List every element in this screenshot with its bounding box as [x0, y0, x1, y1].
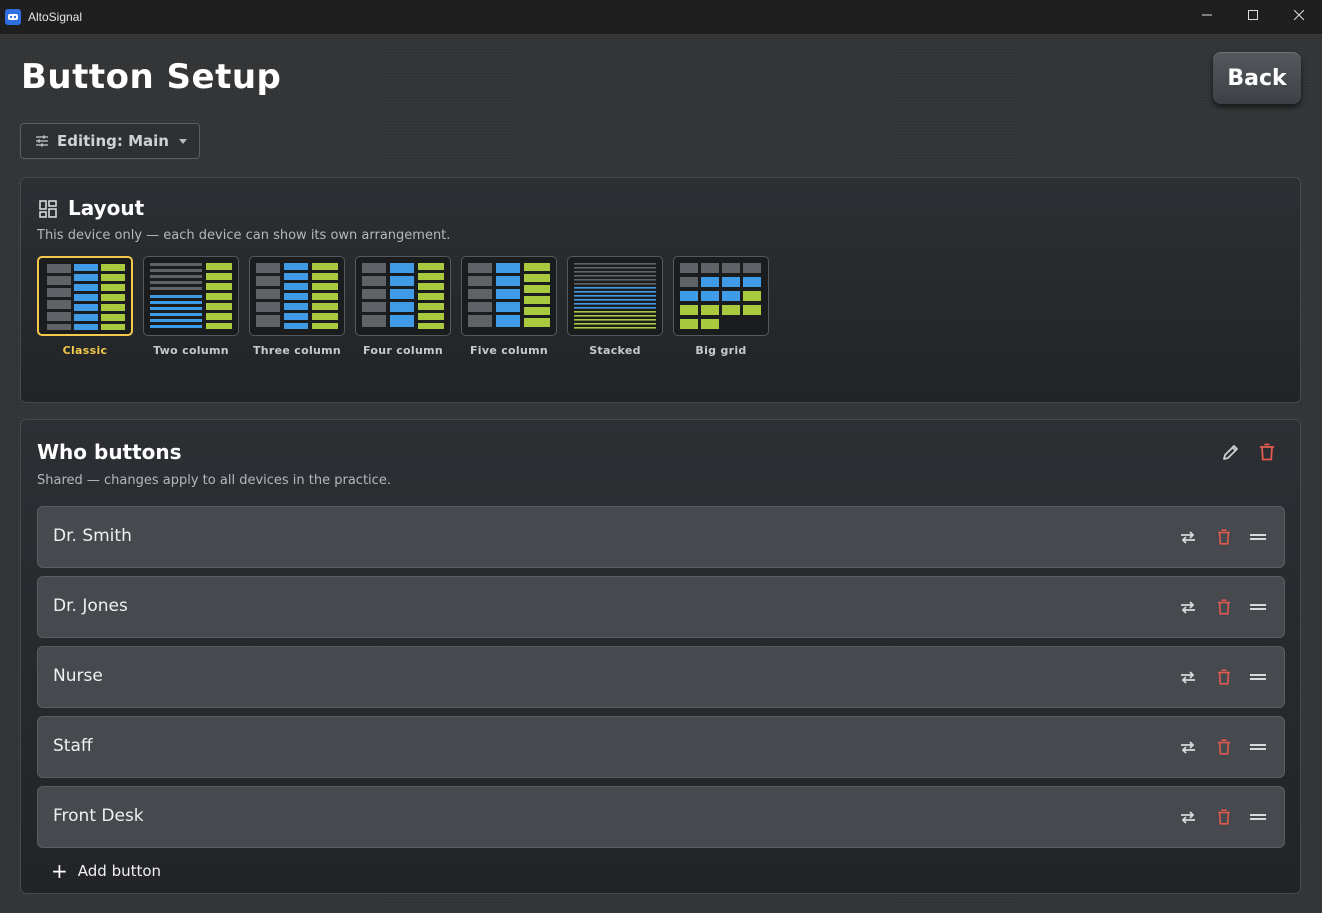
close-icon — [1294, 10, 1304, 20]
swap-button[interactable] — [1178, 667, 1198, 687]
delete-row-button[interactable] — [1214, 737, 1234, 757]
back-button[interactable]: Back — [1213, 52, 1301, 104]
layout-option-five-column[interactable] — [461, 256, 557, 336]
layout-preview-five-column — [468, 263, 550, 327]
layout-option-label: Classic — [62, 344, 108, 357]
layout-option-label: Three column — [252, 344, 342, 357]
caret-down-icon — [178, 138, 187, 144]
drag-handle-icon — [1250, 534, 1266, 540]
dashboard-icon — [39, 200, 57, 218]
layout-preview-three-column — [256, 263, 338, 329]
swap-button[interactable] — [1178, 737, 1198, 757]
swap-icon — [1181, 601, 1195, 614]
who-button-label: Staff — [53, 736, 93, 756]
who-button-label: Nurse — [53, 666, 103, 686]
layout-option-stacked[interactable] — [567, 256, 663, 336]
title-bar: AltoSignal — [0, 0, 1322, 35]
delete-row-button[interactable] — [1214, 807, 1234, 827]
layout-title: Layout — [68, 196, 145, 220]
minimize-icon — [1202, 14, 1212, 16]
who-buttons-subtitle: Shared — changes apply to all devices in… — [37, 473, 391, 488]
layout-option-label: Two column — [153, 344, 229, 357]
layout-card: Layout This device only — each device ca… — [20, 177, 1301, 403]
tune-icon — [36, 135, 48, 147]
editing-dropdown[interactable]: Editing: Main — [20, 123, 200, 159]
layout-option-big-grid[interactable] — [673, 256, 769, 336]
layout-option-label: Big grid — [695, 344, 747, 357]
main-content: Button Setup Back Editing: Main Layout T… — [0, 35, 1322, 913]
delete-row-button[interactable] — [1214, 667, 1234, 687]
app-logo-icon — [5, 9, 21, 25]
who-button-label: Dr. Jones — [53, 596, 128, 616]
drag-handle[interactable] — [1248, 597, 1268, 617]
trash-icon — [1218, 809, 1230, 825]
swap-button[interactable] — [1178, 527, 1198, 547]
delete-group-button[interactable] — [1256, 441, 1278, 463]
who-buttons-title: Who buttons — [37, 440, 182, 464]
drag-handle-icon — [1250, 604, 1266, 610]
who-button-row[interactable]: Dr. Smith — [37, 506, 1285, 568]
delete-row-button[interactable] — [1214, 527, 1234, 547]
pencil-icon — [1223, 445, 1238, 460]
who-button-row[interactable]: Staff — [37, 716, 1285, 778]
plus-icon: + — [51, 859, 68, 883]
drag-handle-icon — [1250, 744, 1266, 750]
layout-option-four-column[interactable] — [355, 256, 451, 336]
layout-preview-four-column — [362, 263, 444, 329]
minimize-button[interactable] — [1184, 0, 1230, 30]
layout-option-three-column[interactable] — [249, 256, 345, 336]
close-window-button[interactable] — [1276, 0, 1322, 30]
who-button-row[interactable]: Nurse — [37, 646, 1285, 708]
layout-subtitle: This device only — each device can show … — [37, 228, 451, 243]
add-button[interactable]: + Add button — [51, 860, 161, 882]
who-button-label: Dr. Smith — [53, 526, 132, 546]
layout-option-label: Four column — [363, 344, 443, 357]
page-title: Button Setup — [21, 57, 282, 97]
edit-group-button[interactable] — [1220, 441, 1242, 463]
who-button-row[interactable]: Front Desk — [37, 786, 1285, 848]
swap-icon — [1181, 671, 1195, 684]
window-title: AltoSignal — [28, 10, 83, 24]
layout-option-two-column[interactable] — [143, 256, 239, 336]
maximize-button[interactable] — [1230, 0, 1276, 30]
add-button-label: Add button — [77, 862, 162, 880]
trash-icon — [1260, 443, 1274, 461]
drag-handle[interactable] — [1248, 737, 1268, 757]
swap-icon — [1181, 741, 1195, 754]
layout-option-label: Stacked — [589, 344, 641, 357]
drag-handle[interactable] — [1248, 667, 1268, 687]
editing-dropdown-label: Editing: Main — [57, 132, 169, 150]
who-buttons-card: Who buttons Shared — changes apply to al… — [20, 419, 1301, 894]
trash-icon — [1218, 739, 1230, 755]
who-button-label: Front Desk — [53, 806, 144, 826]
maximize-icon — [1248, 10, 1258, 20]
layout-preview-classic — [47, 264, 125, 330]
drag-handle[interactable] — [1248, 807, 1268, 827]
drag-handle-icon — [1250, 674, 1266, 680]
layout-option-label: Five column — [469, 344, 549, 357]
layout-preview-big-grid — [680, 263, 761, 329]
layout-preview-stacked — [574, 263, 656, 329]
drag-handle[interactable] — [1248, 527, 1268, 547]
drag-handle-icon — [1250, 814, 1266, 820]
swap-icon — [1181, 811, 1195, 824]
swap-button[interactable] — [1178, 597, 1198, 617]
who-button-row[interactable]: Dr. Jones — [37, 576, 1285, 638]
trash-icon — [1218, 529, 1230, 545]
trash-icon — [1218, 599, 1230, 615]
layout-preview-two-column — [150, 263, 232, 329]
delete-row-button[interactable] — [1214, 597, 1234, 617]
swap-button[interactable] — [1178, 807, 1198, 827]
swap-icon — [1181, 531, 1195, 544]
trash-icon — [1218, 669, 1230, 685]
layout-option-classic[interactable] — [37, 256, 133, 336]
